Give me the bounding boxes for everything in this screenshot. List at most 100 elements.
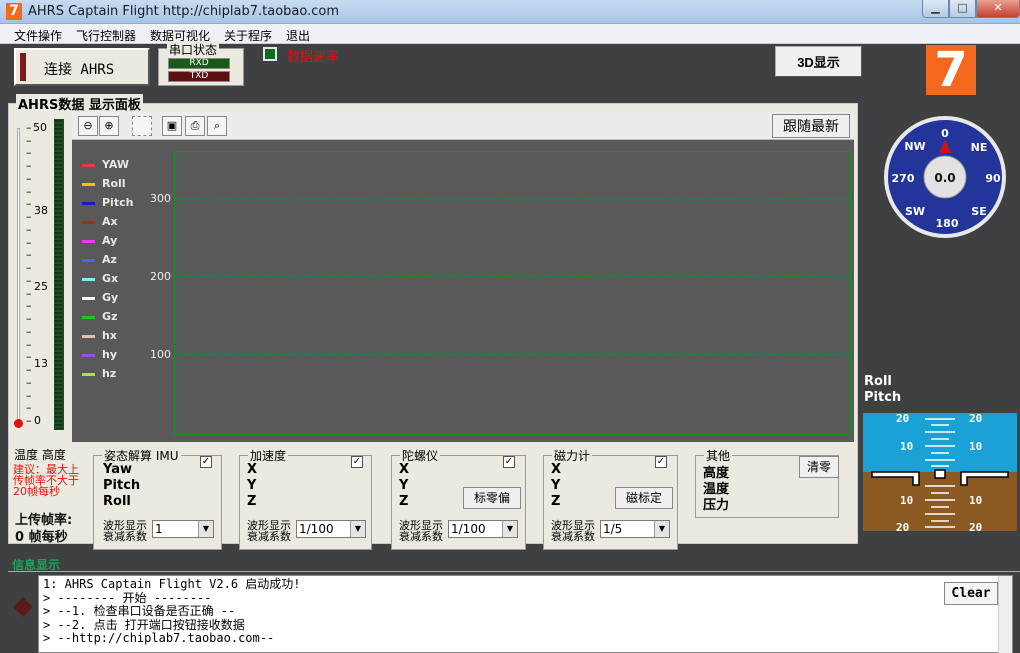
menu-bar: 文件操作 飞行控制器 数据可视化 关于程序 退出 xyxy=(0,24,1020,44)
pitch-tick: 20 xyxy=(896,521,909,531)
imu-decay-select[interactable]: 1 ▼ xyxy=(152,520,214,538)
serial-status-title: 串口状态 xyxy=(167,41,220,58)
menu-file[interactable]: 文件操作 xyxy=(14,27,62,44)
legend-label: hy xyxy=(102,348,118,361)
compass-label: NW xyxy=(904,140,925,153)
pitch-tick: 20 xyxy=(896,413,909,425)
legend-label: Roll xyxy=(102,177,126,190)
menu-exit[interactable]: 退出 xyxy=(286,27,310,44)
gyro-y-label: Y xyxy=(399,478,409,493)
thermometer-tick: – xyxy=(26,197,32,211)
mag-calibrate-button[interactable]: 磁标定 xyxy=(615,487,673,509)
thermometer-tick: – xyxy=(26,210,32,224)
select-region-icon[interactable] xyxy=(132,116,152,136)
minimize-button[interactable]: ▁ xyxy=(922,0,949,18)
wave-label: 波形显示 衰减系数 xyxy=(399,519,443,543)
legend-label: YAW xyxy=(102,158,130,171)
mag-x-label: X xyxy=(551,462,562,477)
menu-about[interactable]: 关于程序 xyxy=(224,27,272,44)
pitch-tick: 20 xyxy=(969,413,982,425)
thermometer-tick: – xyxy=(26,248,32,262)
thermometer-tick: – xyxy=(26,184,32,198)
app-icon: 7 xyxy=(6,3,22,20)
temp-alt-label: 温度 高度 xyxy=(14,448,66,462)
print-preview-icon[interactable]: ⌕ xyxy=(207,116,227,136)
zoom-in-icon[interactable]: ⊕ xyxy=(99,116,119,136)
accel-y-label: Y xyxy=(247,478,257,493)
roll-label: Roll xyxy=(103,494,131,509)
zoom-out-icon[interactable]: ⊖ xyxy=(78,116,98,136)
thermometer-tick: – xyxy=(26,273,32,287)
grid-line xyxy=(174,198,851,199)
pitch-tick: 10 xyxy=(900,494,913,507)
thermometer-tick: – xyxy=(26,159,32,173)
txd-indicator: TXD xyxy=(168,71,230,82)
roll-readout-label: Roll xyxy=(864,374,892,389)
print-icon[interactable]: ⎙ xyxy=(185,116,205,136)
pitch-tick: 10 xyxy=(969,440,982,453)
accel-checkbox[interactable]: ✓ xyxy=(351,456,363,468)
brand-logo: 7 xyxy=(926,45,976,95)
legend-swatch xyxy=(82,316,95,319)
grid-line xyxy=(174,354,851,355)
log-line: > --2. 点击 打开端口按钮接收数据 xyxy=(43,617,245,632)
rxd-indicator: RXD xyxy=(168,58,230,69)
message-log[interactable]: 1: AHRS Captain Flight V2.6 启动成功! > ----… xyxy=(38,575,1013,653)
thermometer-tick: – xyxy=(26,337,32,351)
imu-checkbox[interactable]: ✓ xyxy=(200,456,212,468)
mag-decay-select[interactable]: 1/5 ▼ xyxy=(600,520,670,538)
thermometer-tick: – xyxy=(26,388,32,402)
maximize-button[interactable]: □ xyxy=(949,0,976,18)
close-button[interactable]: ✕ xyxy=(976,0,1020,18)
y-tick-label: 300 xyxy=(150,192,171,205)
thermometer-tick-label: 38 xyxy=(34,203,48,217)
thermometer-tick-label: 0 xyxy=(34,414,41,427)
gyro-decay-select[interactable]: 1/100 ▼ xyxy=(448,520,518,538)
connect-ahrs-button[interactable]: 连接 AHRS xyxy=(14,48,150,86)
legend-label: Gy xyxy=(102,291,119,304)
pitch-label: Pitch xyxy=(103,478,141,493)
legend-swatch xyxy=(82,335,95,338)
suggestion-line: 20帧每秒 xyxy=(13,485,60,498)
compass-label: NE xyxy=(971,141,988,154)
other-group: 其他 高度 温度 压力 清零 xyxy=(695,447,839,518)
chevron-down-icon: ▼ xyxy=(502,521,517,537)
thermometer-bulb xyxy=(14,419,23,428)
thermometer-tick: – xyxy=(26,121,32,134)
mag-z-label: Z xyxy=(551,494,561,509)
accel-group: 加速度 ✓ X Y Z 波形显示 衰减系数 1/100 ▼ xyxy=(239,447,372,550)
suggestion-text: 建议：最大上 传帧率不大于 20帧每秒 xyxy=(13,464,91,497)
pitch-readout-label: Pitch xyxy=(864,390,902,405)
legend-swatch xyxy=(82,373,95,376)
gyro-z-label: Z xyxy=(399,494,409,509)
mag-y-label: Y xyxy=(551,478,561,493)
thermometer-tick: – xyxy=(26,401,32,415)
mag-checkbox[interactable]: ✓ xyxy=(655,456,667,468)
gyro-x-label: X xyxy=(399,462,410,477)
follow-latest-button[interactable]: 跟随最新 xyxy=(772,114,850,138)
legend-swatch xyxy=(82,164,95,167)
gyro-checkbox[interactable]: ✓ xyxy=(503,456,515,468)
accel-z-label: Z xyxy=(247,494,257,509)
data-rate-indicator xyxy=(263,47,277,61)
diamond-icon xyxy=(13,597,33,617)
chevron-down-icon: ▼ xyxy=(654,521,669,537)
compass-label: SW xyxy=(905,205,925,218)
reset-zero-button[interactable]: 清零 xyxy=(799,456,839,478)
log-line: > --http://chiplab7.taobao.com-- xyxy=(43,631,275,645)
log-scrollbar[interactable] xyxy=(998,576,1012,653)
legend-label: Az xyxy=(102,253,117,266)
legend-label: Pitch xyxy=(102,196,134,209)
compass-gauge: 0 NE 90 SE 180 SW 270 NW 0.0 xyxy=(884,116,1006,238)
pressure-label: 压力 xyxy=(703,498,730,513)
connect-indicator xyxy=(20,53,26,81)
legend-swatch xyxy=(82,183,95,186)
zero-offset-button[interactable]: 标零偏 xyxy=(463,487,521,509)
save-icon[interactable]: ▣ xyxy=(162,116,182,136)
wave-label: 波形显示 衰减系数 xyxy=(103,519,147,543)
legend-swatch xyxy=(82,354,95,357)
clear-log-button[interactable]: Clear xyxy=(944,582,998,605)
3d-display-button[interactable]: 3D显示 xyxy=(775,46,862,77)
menu-flight-controller[interactable]: 飞行控制器 xyxy=(76,27,136,44)
accel-decay-select[interactable]: 1/100 ▼ xyxy=(296,520,366,538)
